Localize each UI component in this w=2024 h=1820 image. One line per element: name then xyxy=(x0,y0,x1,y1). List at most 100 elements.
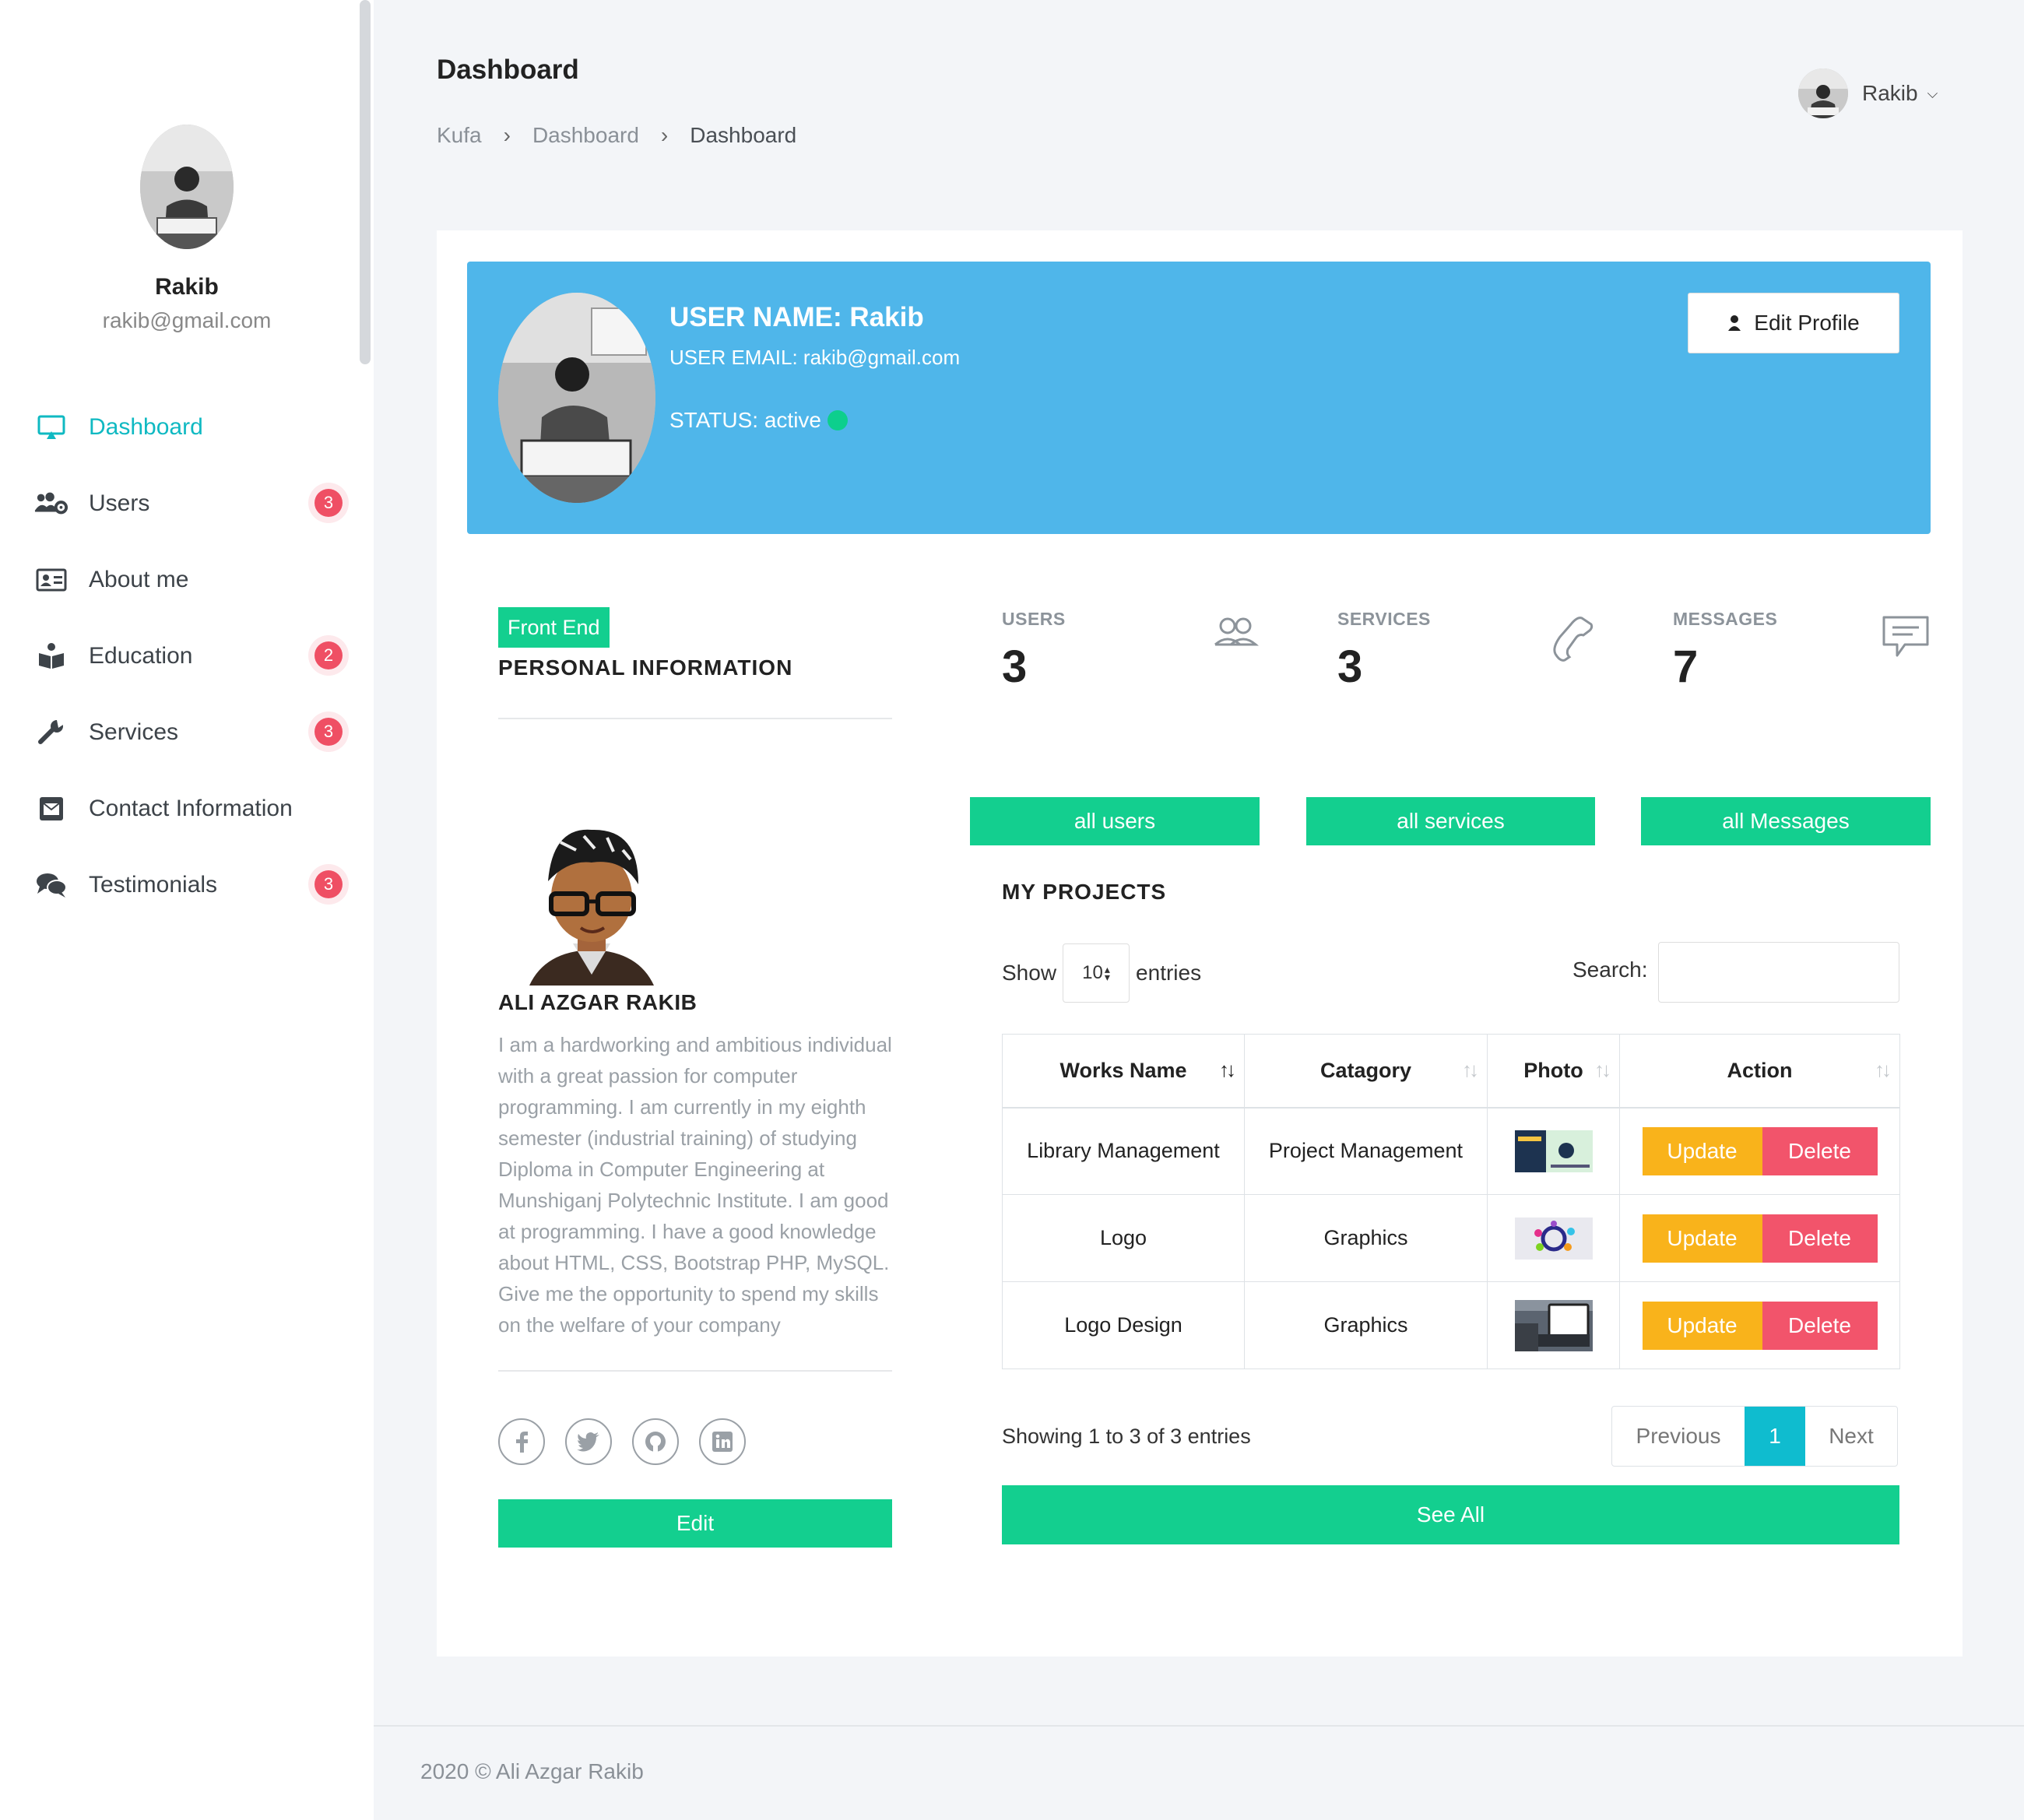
banner-user-email: USER EMAIL: rakib@gmail.com xyxy=(669,346,961,369)
see-all-button[interactable]: See All xyxy=(1002,1485,1899,1544)
facebook-icon[interactable] xyxy=(498,1418,545,1465)
my-projects-title: MY PROJECTS xyxy=(1002,880,1167,904)
sidebar-item-label: Services xyxy=(89,719,179,745)
user-menu-name: Rakib xyxy=(1862,81,1918,105)
sidebar-item-label: Users xyxy=(89,490,150,516)
profile-bio: I am a hardworking and ambitious individ… xyxy=(498,1033,892,1337)
breadcrumb-current: Dashboard xyxy=(690,123,797,147)
entries-value: 10 xyxy=(1082,962,1103,983)
entries-length-control: Show 10 ▴ ▾ entries xyxy=(1002,943,1201,1003)
twitter-icon[interactable] xyxy=(565,1418,612,1465)
sidebar-item-contact-information[interactable]: Contact Information xyxy=(0,771,374,847)
sidebar-item-users[interactable]: Users 3 xyxy=(0,466,374,542)
edit-profile-label: Edit Profile xyxy=(1754,311,1860,335)
delete-button[interactable]: Delete xyxy=(1762,1126,1878,1175)
photo-cell xyxy=(1487,1281,1620,1369)
sidebar-item-label: Education xyxy=(89,643,193,669)
linkedin-icon[interactable] xyxy=(699,1418,746,1465)
category-cell: Project Management xyxy=(1244,1107,1488,1195)
next-page-button[interactable]: Next xyxy=(1805,1407,1897,1466)
sidebar-item-label: About me xyxy=(89,567,189,592)
page-title: Dashboard xyxy=(437,54,579,85)
wrench-icon xyxy=(34,715,69,750)
update-button[interactable]: Update xyxy=(1642,1126,1762,1175)
divider xyxy=(498,1370,892,1372)
all-messages-button[interactable]: all Messages xyxy=(1641,797,1931,845)
divider xyxy=(498,718,892,719)
banner-status: STATUS: active xyxy=(669,408,849,433)
action-cell: Update Delete xyxy=(1619,1194,1900,1282)
update-button[interactable]: Update xyxy=(1642,1214,1762,1263)
sidebar-nav: Dashboard Users 3 About me Education 2 S… xyxy=(0,389,374,923)
delete-button[interactable]: Delete xyxy=(1762,1301,1878,1350)
update-button[interactable]: Update xyxy=(1642,1301,1762,1350)
all-users-button[interactable]: all users xyxy=(970,797,1260,845)
sidebar-item-label: Dashboard xyxy=(89,414,203,440)
action-cell: Update Delete xyxy=(1619,1281,1900,1369)
users-outline-icon xyxy=(1212,615,1259,654)
id-card-icon xyxy=(34,563,69,597)
sidebar-item-testimonials[interactable]: Testimonials 3 xyxy=(0,847,374,923)
search-label: Search: xyxy=(1572,957,1648,982)
sort-icon: ↑↓ xyxy=(1594,1058,1611,1081)
breadcrumb: Kufa › Dashboard › Dashboard xyxy=(437,123,796,148)
library-thumbnail xyxy=(1514,1130,1593,1172)
testimonials-count-badge: 3 xyxy=(314,870,343,898)
all-services-button[interactable]: all services xyxy=(1306,797,1595,845)
sidebar-item-services[interactable]: Services 3 xyxy=(0,694,374,771)
select-arrows-icon: ▴ ▾ xyxy=(1104,963,1110,983)
comments-icon xyxy=(34,868,69,902)
sidebar-item-dashboard[interactable]: Dashboard xyxy=(0,389,374,466)
footer-copyright: 2020 © Ali Azgar Rakib xyxy=(420,1759,644,1783)
sort-icon: ↑↓ xyxy=(1462,1058,1479,1081)
entries-select[interactable]: 10 ▴ ▾ xyxy=(1063,943,1130,1003)
works-name-cell: Logo Design xyxy=(1002,1281,1245,1369)
delete-button[interactable]: Delete xyxy=(1762,1214,1878,1263)
action-cell: Update Delete xyxy=(1619,1107,1900,1195)
sidebar-user-email: rakib@gmail.com xyxy=(102,308,272,332)
sidebar-avatar xyxy=(140,125,234,249)
social-links xyxy=(498,1418,766,1465)
search-input[interactable] xyxy=(1658,942,1899,1003)
category-cell: Graphics xyxy=(1244,1281,1488,1369)
chevron-down-icon: ⌵ xyxy=(1927,85,1938,101)
laptop-thumbnail xyxy=(1514,1299,1593,1351)
sidebar: Rakib rakib@gmail.com Dashboard Users 3 … xyxy=(0,0,374,1820)
show-label: Show xyxy=(1002,961,1057,985)
breadcrumb-item[interactable]: Kufa xyxy=(437,123,482,148)
breadcrumb-item[interactable]: Dashboard xyxy=(532,123,639,148)
photo-cell xyxy=(1487,1107,1620,1195)
table-header-row: Works Name ↑↓ Catagory ↑↓ Photo ↑↓ Action ↑↓ xyxy=(1002,1034,1900,1109)
projects-table: Works Name ↑↓ Catagory ↑↓ Photo ↑↓ Action ↑↓… xyxy=(1002,1034,1900,1369)
sidebar-item-about-me[interactable]: About me xyxy=(0,542,374,618)
github-icon[interactable] xyxy=(632,1418,679,1465)
book-reader-icon xyxy=(34,639,69,673)
sort-icon: ↑↓ xyxy=(1875,1058,1892,1081)
previous-page-button[interactable]: Previous xyxy=(1612,1407,1745,1466)
sidebar-item-label: Contact Information xyxy=(89,796,293,821)
edit-profile-button[interactable]: Edit Profile xyxy=(1688,293,1899,353)
users-count-badge: 3 xyxy=(314,489,343,517)
footer: 2020 © Ali Azgar Rakib xyxy=(374,1725,2024,1820)
table-info: Showing 1 to 3 of 3 entries xyxy=(1002,1425,1251,1448)
column-header-action[interactable]: Action ↑↓ xyxy=(1619,1034,1900,1109)
education-count-badge: 2 xyxy=(314,641,343,669)
sidebar-item-education[interactable]: Education 2 xyxy=(0,618,374,694)
banner-user-name: USER NAME: Rakib xyxy=(669,302,924,332)
table-row: Library Management Project Management Up… xyxy=(1002,1107,1900,1195)
edit-profile-info-button[interactable]: Edit xyxy=(498,1499,892,1548)
envelope-icon xyxy=(34,792,69,826)
works-name-cell: Logo xyxy=(1002,1194,1245,1282)
chevron-right-icon: › xyxy=(503,123,511,147)
avatar xyxy=(1798,69,1848,118)
column-header-works-name[interactable]: Works Name ↑↓ xyxy=(1002,1034,1245,1109)
user-menu[interactable]: Rakib ⌵ xyxy=(1798,69,1938,118)
services-count-badge: 3 xyxy=(314,718,343,746)
profile-banner: USER NAME: Rakib USER EMAIL: rakib@gmail… xyxy=(467,262,1931,534)
sidebar-item-label: Testimonials xyxy=(89,872,218,898)
page-1-button[interactable]: 1 xyxy=(1745,1407,1805,1466)
status-text: STATUS: active xyxy=(669,408,822,432)
column-header-catagory[interactable]: Catagory ↑↓ xyxy=(1244,1034,1488,1109)
message-icon xyxy=(1882,615,1930,659)
column-header-photo[interactable]: Photo ↑↓ xyxy=(1487,1034,1620,1109)
